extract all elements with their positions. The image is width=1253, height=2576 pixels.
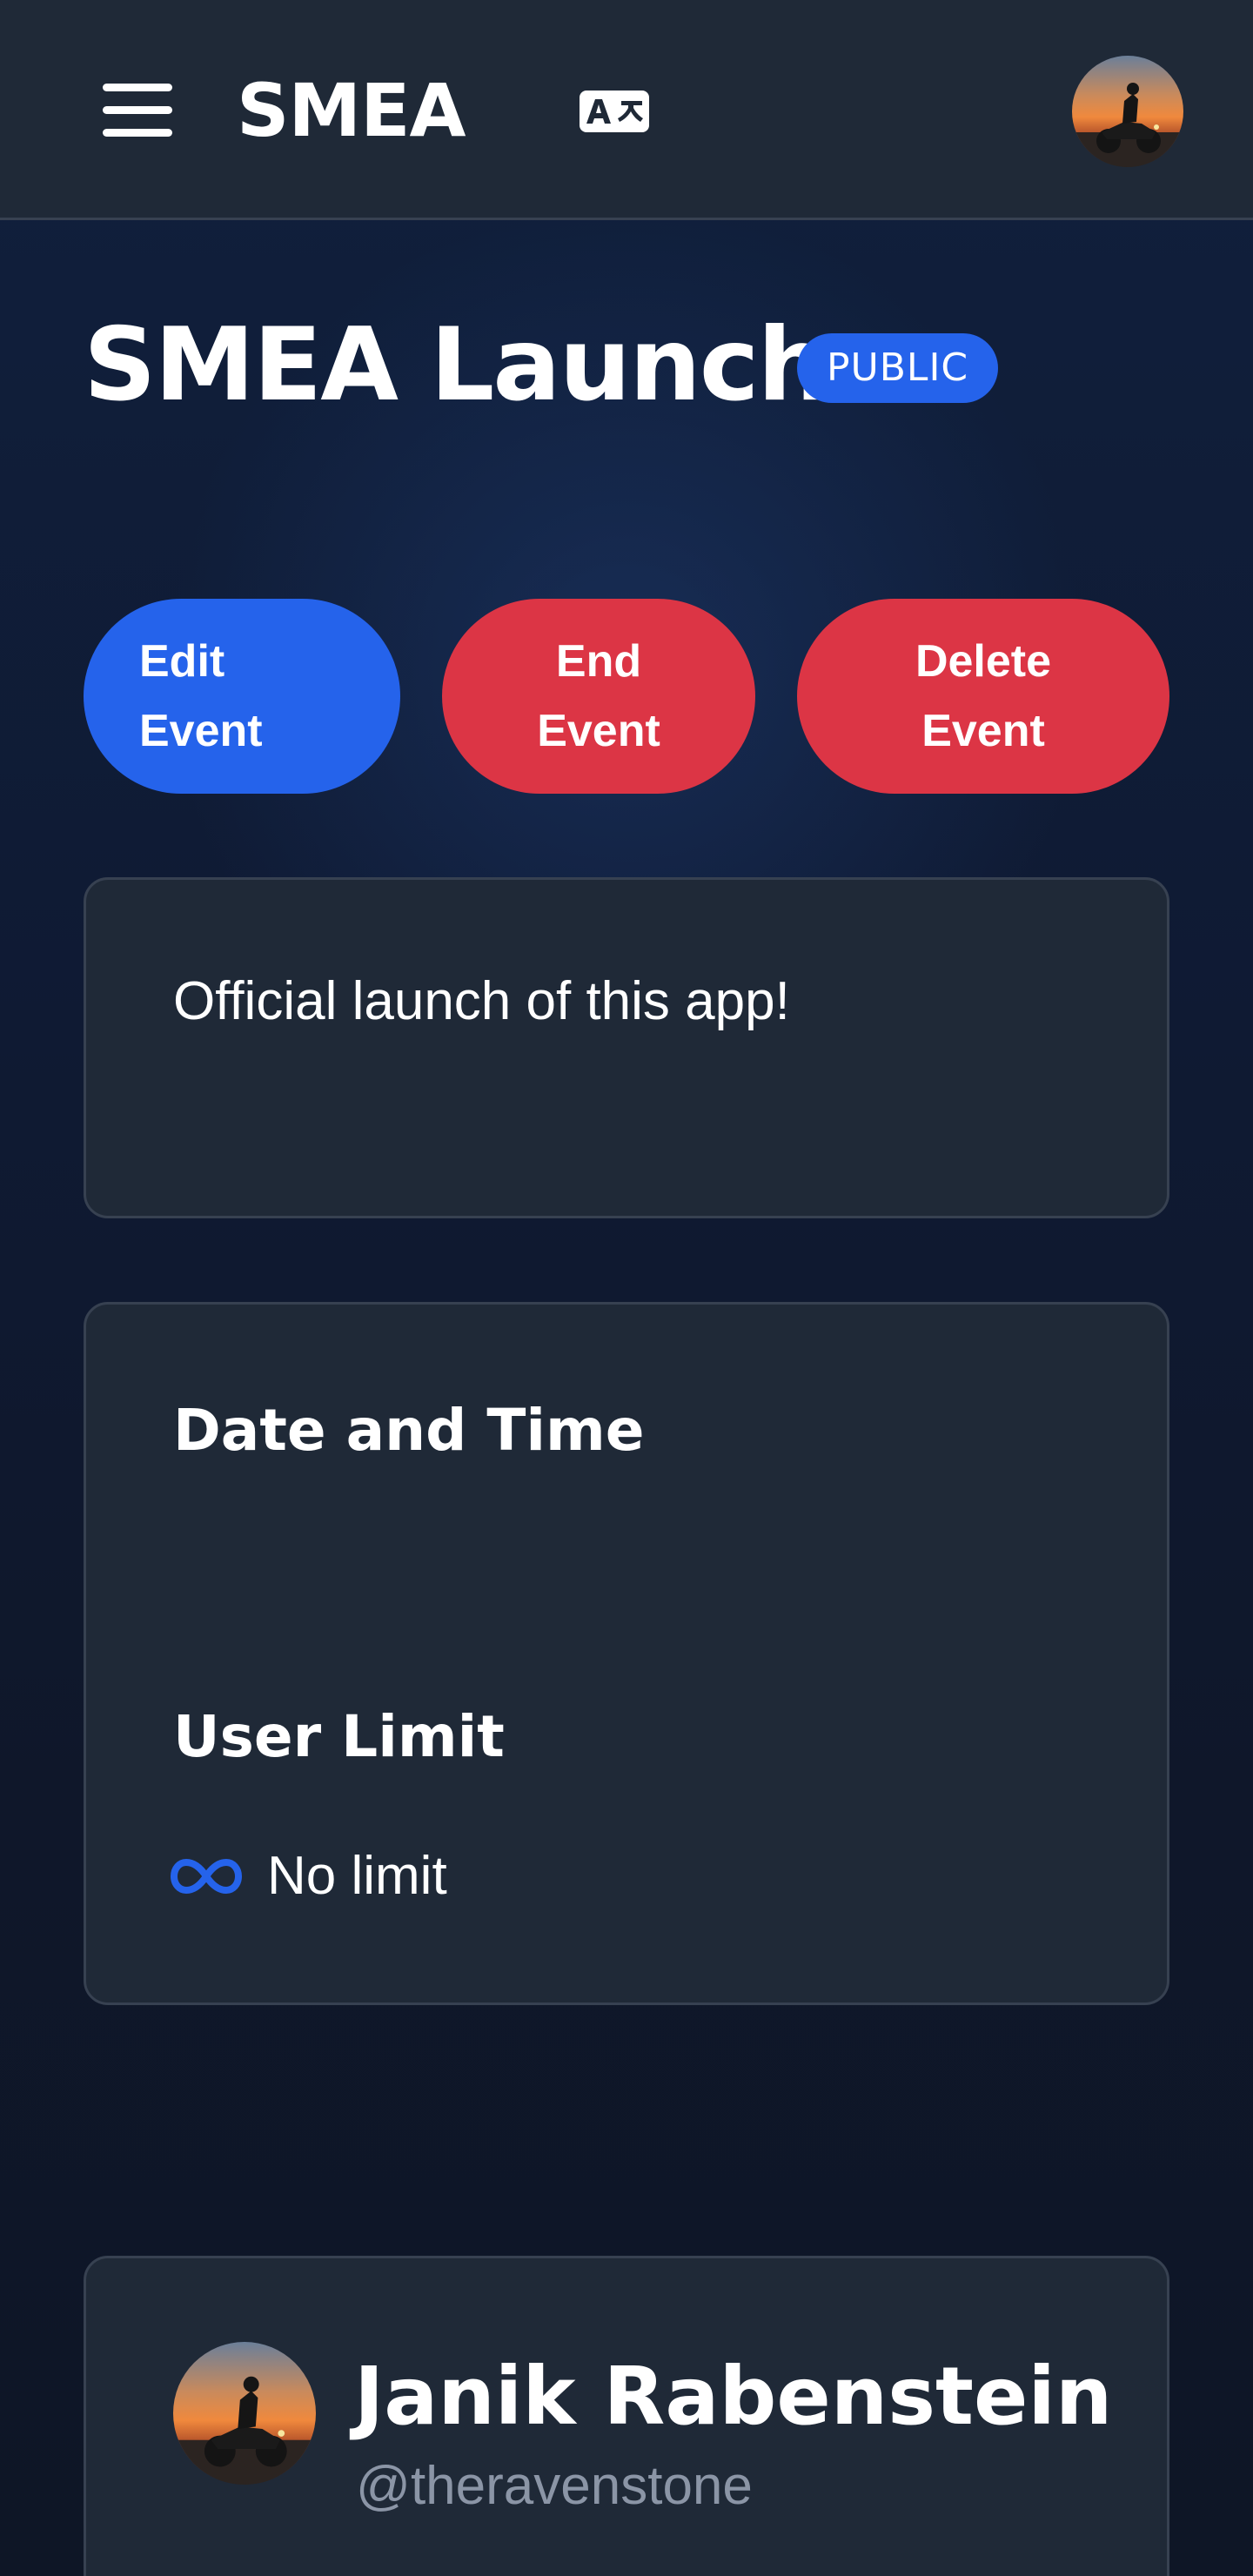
description-card: Official launch of this app! bbox=[84, 877, 1169, 1218]
translate-icon[interactable] bbox=[578, 87, 651, 136]
edit-event-label-line2: Event bbox=[139, 706, 263, 756]
user-limit-value: No limit bbox=[267, 1846, 447, 1906]
host-name[interactable]: Janik Rabenstein bbox=[354, 2349, 1112, 2445]
event-description: Official launch of this app! bbox=[173, 971, 790, 1031]
end-event-label-line1: End bbox=[555, 636, 642, 687]
edit-event-label-line1: Edit bbox=[139, 636, 225, 687]
top-app-bar: SMEA bbox=[0, 0, 1253, 220]
end-event-label-line2: Event bbox=[537, 706, 660, 756]
app-brand[interactable]: SMEA bbox=[237, 63, 466, 158]
details-card: Date and Time User Limit No limit bbox=[84, 1302, 1169, 2005]
hamburger-menu-icon[interactable] bbox=[97, 77, 178, 143]
infinity-icon bbox=[171, 1859, 242, 1894]
event-title: SMEA Launch bbox=[84, 306, 829, 424]
visibility-badge: PUBLIC bbox=[797, 333, 999, 403]
end-event-button[interactable]: End Event bbox=[442, 599, 755, 794]
delete-event-label-line2: Event bbox=[921, 706, 1045, 756]
event-page: SMEA SMEA Launch PUBLIC Edit Event End E… bbox=[0, 0, 1253, 2576]
delete-event-button[interactable]: Delete Event bbox=[797, 599, 1169, 794]
user-limit-row: No limit bbox=[170, 1837, 447, 1915]
delete-event-label-line1: Delete bbox=[915, 636, 1052, 687]
user-avatar[interactable] bbox=[1072, 56, 1183, 167]
user-limit-heading: User Limit bbox=[173, 1703, 505, 1770]
host-card: Janik Rabenstein @theravenstone bbox=[84, 2256, 1169, 2576]
host-handle[interactable]: @theravenstone bbox=[356, 2452, 753, 2521]
edit-event-button[interactable]: Edit Event bbox=[84, 599, 400, 794]
host-avatar[interactable] bbox=[173, 2342, 316, 2485]
date-time-heading: Date and Time bbox=[173, 1397, 645, 1464]
